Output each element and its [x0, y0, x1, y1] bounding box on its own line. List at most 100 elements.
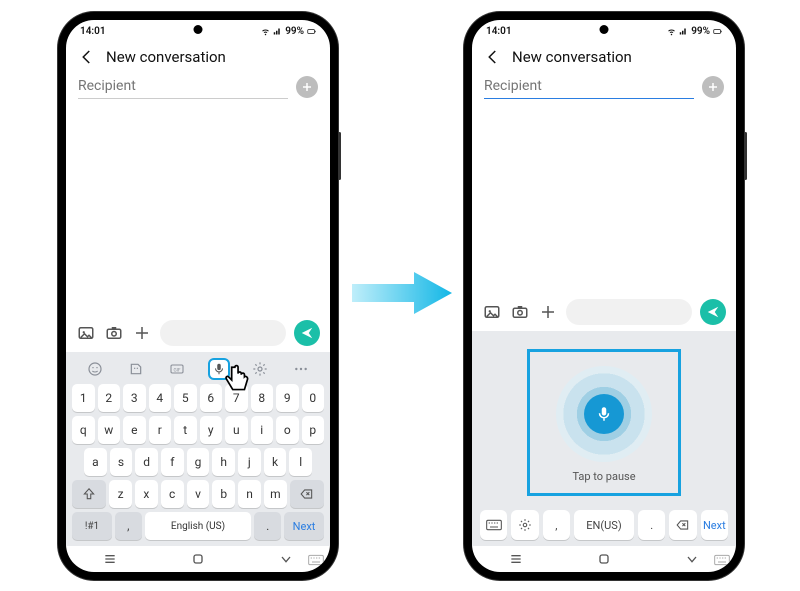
key-w[interactable]: w: [98, 416, 121, 444]
voice-comma-key[interactable]: ,: [543, 510, 570, 540]
add-recipient-button[interactable]: [702, 76, 724, 98]
recipient-input[interactable]: [78, 74, 288, 99]
voice-next-key[interactable]: Next: [701, 510, 728, 540]
back-icon[interactable]: [78, 48, 96, 66]
key-2[interactable]: 2: [98, 384, 121, 412]
space-key[interactable]: English (US): [145, 512, 252, 540]
key-u[interactable]: u: [225, 416, 248, 444]
back-icon[interactable]: [484, 48, 502, 66]
status-time: 14:01: [486, 26, 512, 37]
key-a[interactable]: a: [84, 448, 107, 476]
key-5[interactable]: 5: [174, 384, 197, 412]
status-battery: 99%: [691, 26, 710, 37]
wifi-icon: [667, 27, 676, 36]
key-z[interactable]: z: [109, 480, 132, 508]
key-f[interactable]: f: [161, 448, 184, 476]
page-title: New conversation: [512, 48, 632, 66]
add-attachment-icon[interactable]: [132, 323, 152, 343]
compose-bar: [66, 314, 330, 352]
key-v[interactable]: v: [187, 480, 210, 508]
key-g[interactable]: g: [187, 448, 210, 476]
gallery-icon[interactable]: [76, 323, 96, 343]
camera-icon[interactable]: [104, 323, 124, 343]
key-i[interactable]: i: [251, 416, 274, 444]
camera-punch-hole: [194, 25, 203, 34]
recipient-row: [66, 74, 330, 103]
voice-bottom-row: , EN(US) . Next: [480, 510, 728, 540]
key-h[interactable]: h: [212, 448, 235, 476]
conversation-body: [472, 103, 736, 293]
back-nav-icon[interactable]: [278, 551, 294, 567]
voice-input-panel: Tap to pause , EN(US) . Next: [472, 331, 736, 546]
keyboard-row-bottom: !#1 , English (US) . Next: [70, 512, 326, 540]
key-o[interactable]: o: [276, 416, 299, 444]
keyboard-switch-key[interactable]: [480, 510, 507, 540]
voice-input-icon[interactable]: [208, 358, 230, 380]
more-icon[interactable]: [290, 358, 312, 380]
phone-frame-right: 14:01 99% New conversation Tap to pause …: [464, 12, 744, 580]
key-c[interactable]: c: [161, 480, 184, 508]
key-e[interactable]: e: [123, 416, 146, 444]
key-p[interactable]: p: [302, 416, 325, 444]
gallery-icon[interactable]: [482, 302, 502, 322]
key-q[interactable]: q: [72, 416, 95, 444]
shift-key[interactable]: [72, 480, 106, 508]
send-button[interactable]: [294, 320, 320, 346]
battery-icon: [307, 27, 316, 36]
camera-icon[interactable]: [510, 302, 530, 322]
next-key[interactable]: Next: [284, 512, 324, 540]
key-j[interactable]: j: [238, 448, 261, 476]
key-8[interactable]: 8: [251, 384, 274, 412]
wifi-icon: [261, 27, 270, 36]
voice-lang-key[interactable]: EN(US): [574, 510, 634, 540]
key-x[interactable]: x: [135, 480, 158, 508]
key-m[interactable]: m: [264, 480, 287, 508]
keyboard-switcher-icon[interactable]: [714, 552, 730, 568]
send-button[interactable]: [700, 299, 726, 325]
key-0[interactable]: 0: [302, 384, 325, 412]
key-t[interactable]: t: [174, 416, 197, 444]
recipient-input[interactable]: [484, 74, 694, 99]
home-icon[interactable]: [190, 551, 206, 567]
backspace-key[interactable]: [290, 480, 324, 508]
message-input[interactable]: [566, 299, 692, 325]
back-nav-icon[interactable]: [684, 551, 700, 567]
period-key[interactable]: .: [254, 512, 281, 540]
key-n[interactable]: n: [238, 480, 261, 508]
key-b[interactable]: b: [212, 480, 235, 508]
gif-icon[interactable]: GIF: [166, 358, 188, 380]
comma-key[interactable]: ,: [115, 512, 142, 540]
keyboard-switcher-icon[interactable]: [308, 552, 324, 568]
key-k[interactable]: k: [264, 448, 287, 476]
add-attachment-icon[interactable]: [538, 302, 558, 322]
settings-icon[interactable]: [249, 358, 271, 380]
home-icon[interactable]: [596, 551, 612, 567]
battery-icon: [713, 27, 722, 36]
symbols-key[interactable]: !#1: [72, 512, 112, 540]
key-y[interactable]: y: [200, 416, 223, 444]
message-input[interactable]: [160, 320, 286, 346]
keyboard-toolbar: GIF: [70, 356, 326, 384]
emoji-icon[interactable]: [84, 358, 106, 380]
key-r[interactable]: r: [149, 416, 172, 444]
recents-icon[interactable]: [508, 551, 524, 567]
add-recipient-button[interactable]: [296, 76, 318, 98]
conversation-body: [66, 103, 330, 314]
sticker-icon[interactable]: [125, 358, 147, 380]
key-9[interactable]: 9: [276, 384, 299, 412]
key-3[interactable]: 3: [123, 384, 146, 412]
voice-period-key[interactable]: .: [638, 510, 665, 540]
recents-icon[interactable]: [102, 551, 118, 567]
voice-mic-button[interactable]: [584, 394, 624, 434]
key-6[interactable]: 6: [200, 384, 223, 412]
key-l[interactable]: l: [289, 448, 312, 476]
key-s[interactable]: s: [110, 448, 133, 476]
compose-bar: [472, 293, 736, 331]
key-1[interactable]: 1: [72, 384, 95, 412]
key-7[interactable]: 7: [225, 384, 248, 412]
key-4[interactable]: 4: [149, 384, 172, 412]
voice-backspace-key[interactable]: [669, 510, 696, 540]
key-d[interactable]: d: [135, 448, 158, 476]
keyboard-row-1: q w e r t y u i o p: [70, 416, 326, 444]
voice-settings-key[interactable]: [511, 510, 538, 540]
